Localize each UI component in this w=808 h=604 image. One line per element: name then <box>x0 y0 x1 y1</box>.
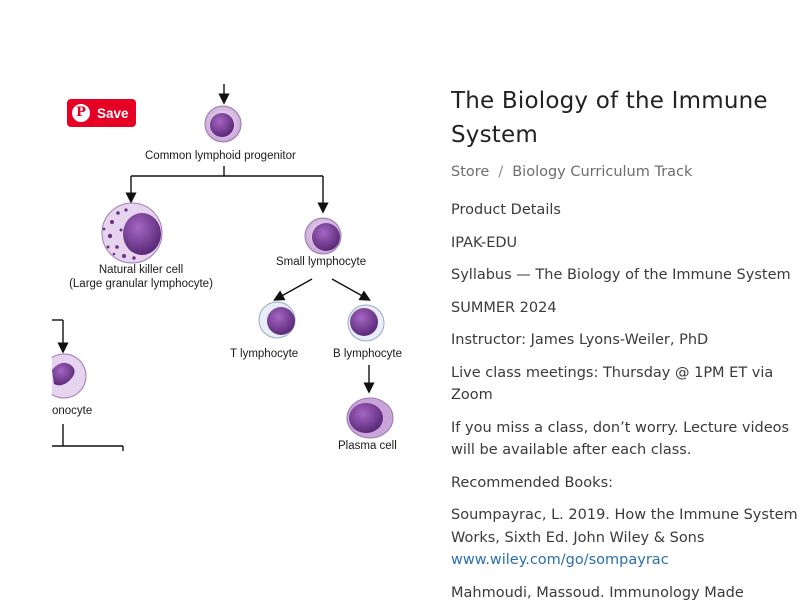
lineage-diagram <box>0 0 440 603</box>
product-title: The Biology of the Immune System <box>451 84 801 152</box>
label-progenitor: Common lymphoid progenitor <box>145 149 296 163</box>
missed-class-line: If you miss a class, don’t worry. Lectur… <box>451 417 801 462</box>
books-heading: Recommended Books: <box>451 472 801 495</box>
product-code: IPAK-EDU <box>451 232 801 255</box>
breadcrumb-store[interactable]: Store <box>451 164 489 180</box>
label-plasma-cell: Plasma cell <box>338 439 397 453</box>
breadcrumb: Store / Biology Curriculum Track <box>451 164 801 180</box>
pinterest-icon: P <box>72 104 90 122</box>
small-lymphocyte-cell <box>305 218 341 254</box>
book-1-text: Soumpayrac, L. 2019. How the Immune Syst… <box>451 507 798 546</box>
instructor-line: Instructor: James Lyons-Weiler, PhD <box>451 329 801 352</box>
label-b-lymphocyte: B lymphocyte <box>333 347 402 361</box>
nk-cell <box>102 203 162 263</box>
monocyte-cell <box>42 354 86 398</box>
term-line: SUMMER 2024 <box>451 297 801 320</box>
b-lymphocyte-cell <box>348 305 384 341</box>
details-heading: Product Details <box>451 199 801 222</box>
book-1: Soumpayrac, L. 2019. How the Immune Syst… <box>451 504 801 572</box>
label-nk-line2: (Large granular lymphocyte) <box>64 277 218 291</box>
syllabus-line: Syllabus — The Biology of the Immune Sys… <box>451 264 801 287</box>
label-small-lymphocyte: Small lymphocyte <box>276 255 366 269</box>
product-details: The Biology of the Immune System Store / B… <box>451 84 801 604</box>
label-monocyte: onocyte <box>52 404 92 418</box>
breadcrumb-category[interactable]: Biology Curriculum Track <box>512 164 692 180</box>
label-nk-cell: Natural killer cell (Large granular lymp… <box>64 263 218 291</box>
pinterest-save-button[interactable]: P Save <box>67 99 136 127</box>
live-classes-line: Live class meetings: Thursday @ 1PM ET v… <box>451 362 801 407</box>
book-2: Mahmoudi, Massoud. Immunology Made <box>451 582 801 604</box>
t-lymphocyte-cell <box>259 302 295 338</box>
label-t-lymphocyte: T lymphocyte <box>230 347 298 361</box>
book-1-link[interactable]: www.wiley.com/go/sompayrac <box>451 552 669 568</box>
save-label: Save <box>97 106 129 121</box>
progenitor-cell <box>205 106 241 142</box>
breadcrumb-separator: / <box>498 164 503 180</box>
label-nk-line1: Natural killer cell <box>64 263 218 277</box>
plasma-cell <box>347 398 393 438</box>
product-image: Common lymphoid progenitor Natural kille… <box>0 0 440 603</box>
